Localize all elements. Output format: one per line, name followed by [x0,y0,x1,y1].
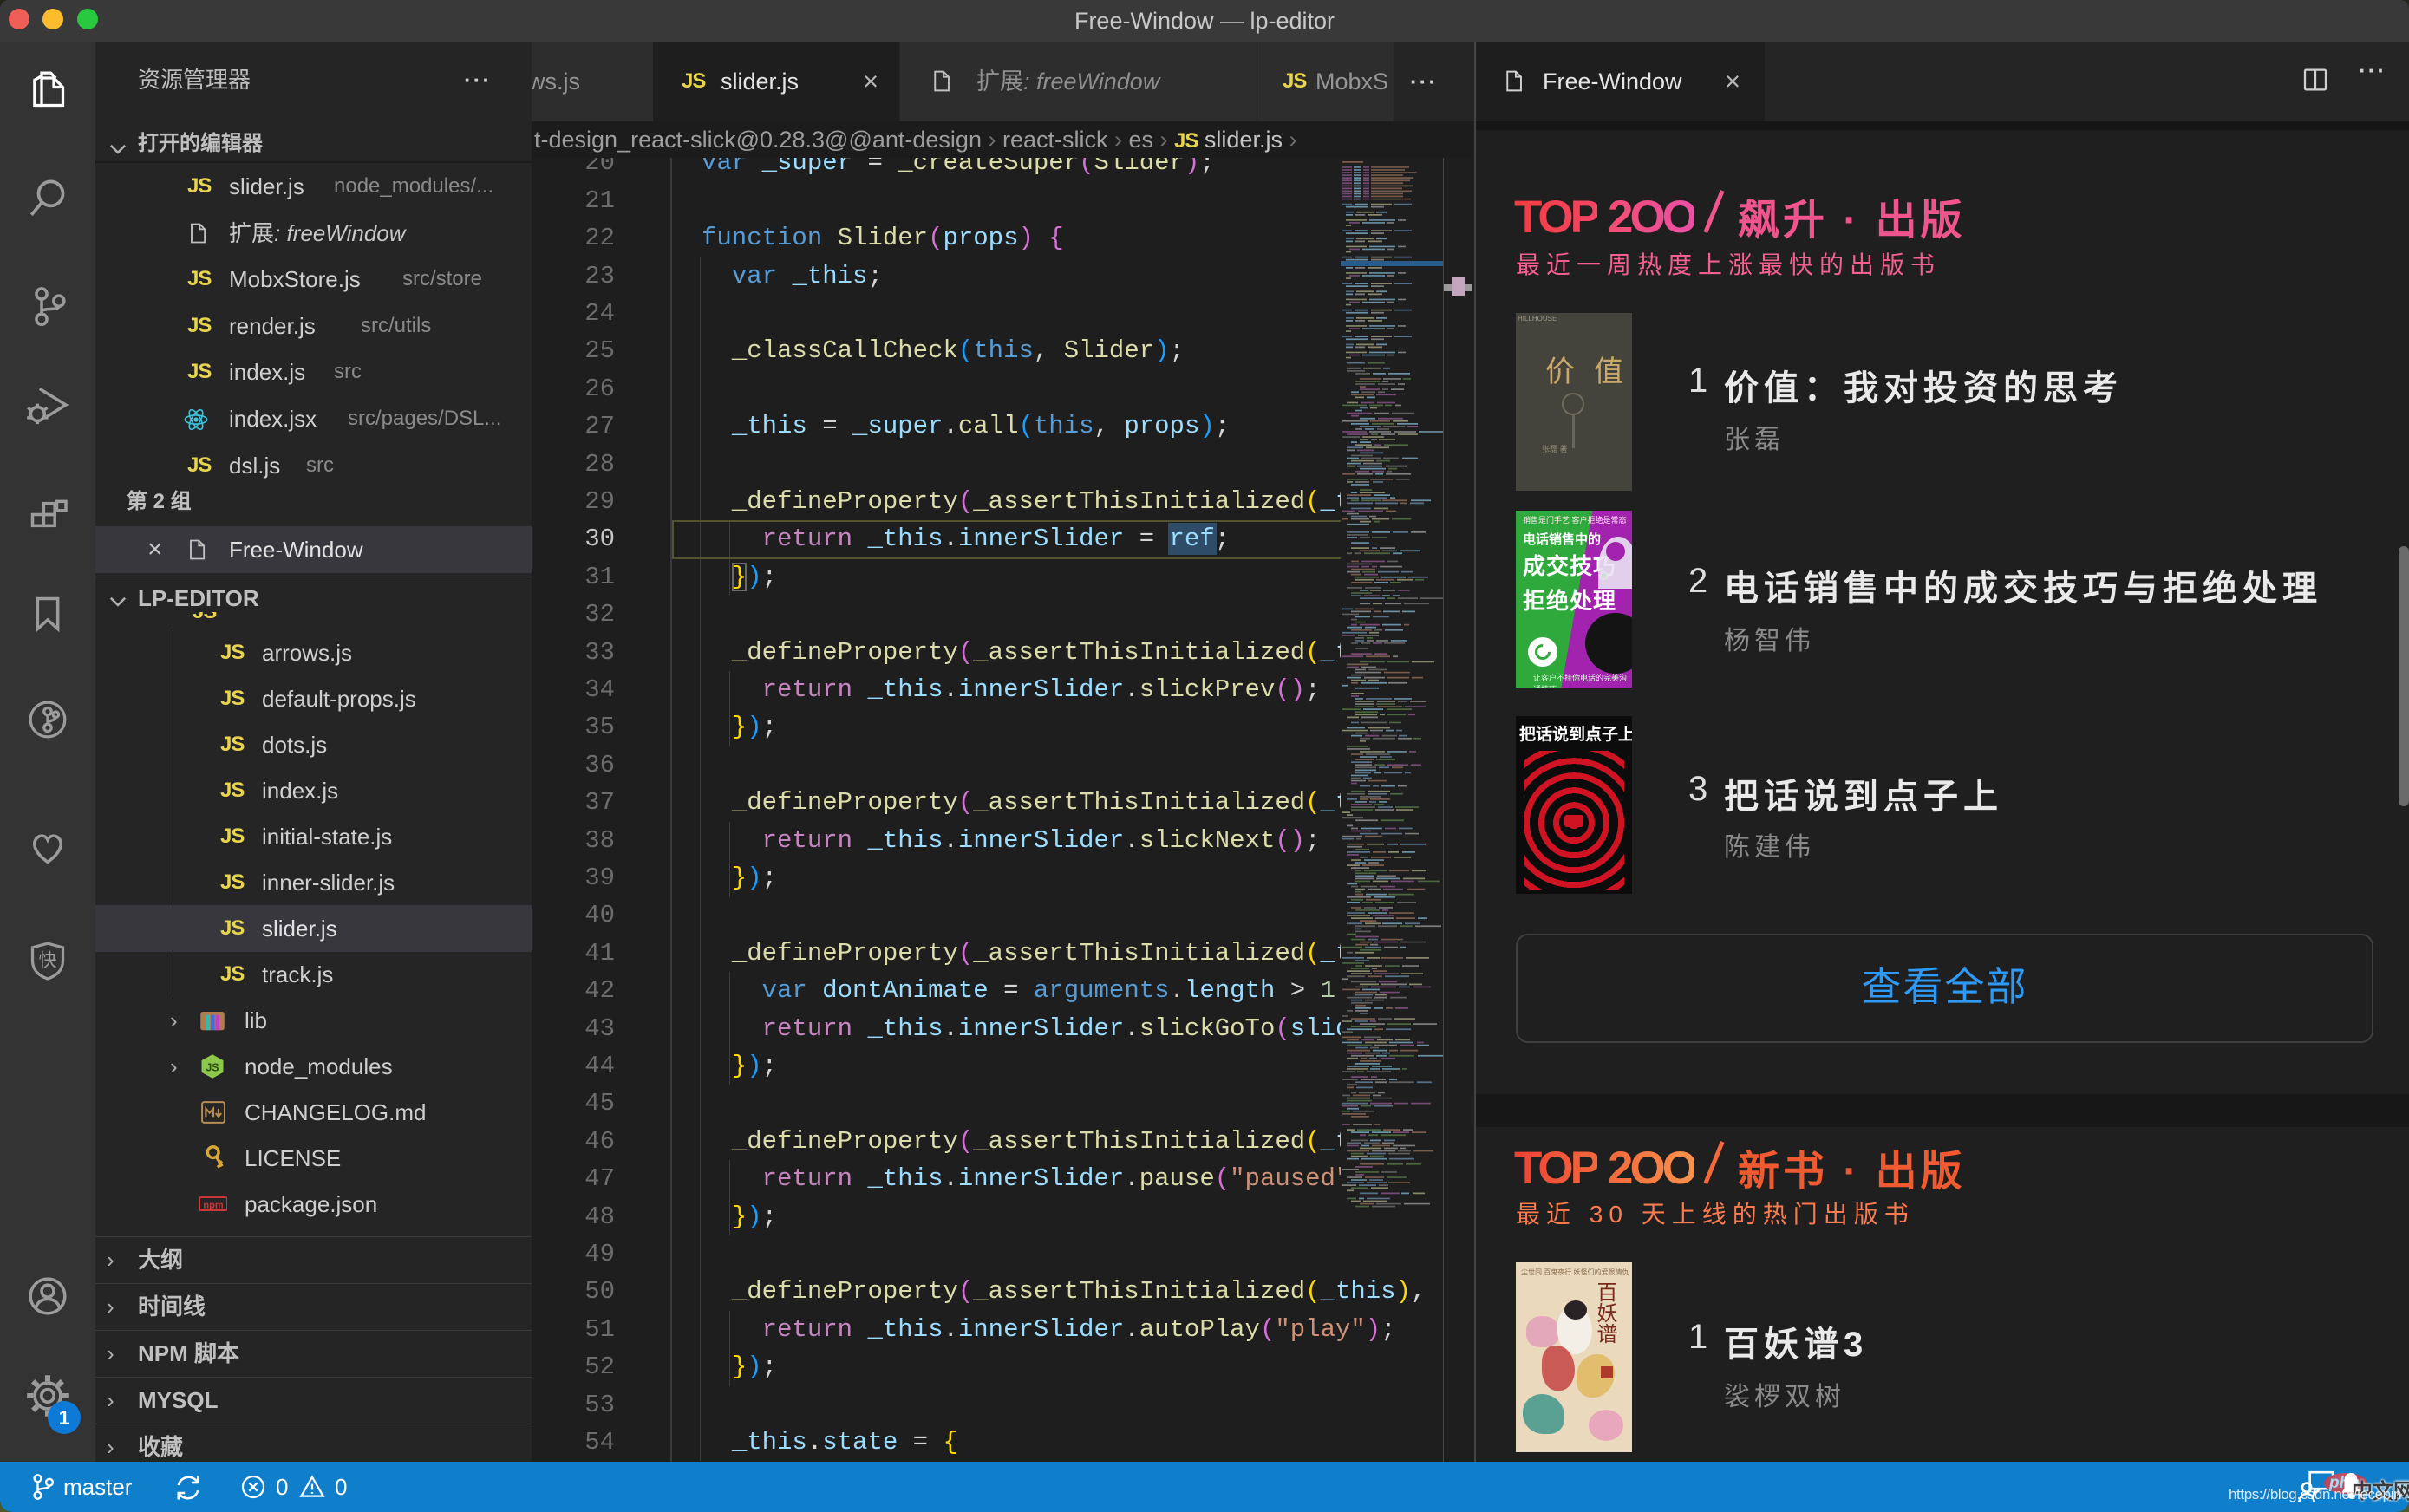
svg-text:快: 快 [39,951,57,971]
svg-text:JS: JS [206,1062,219,1074]
svg-text:npm: npm [203,1201,223,1211]
